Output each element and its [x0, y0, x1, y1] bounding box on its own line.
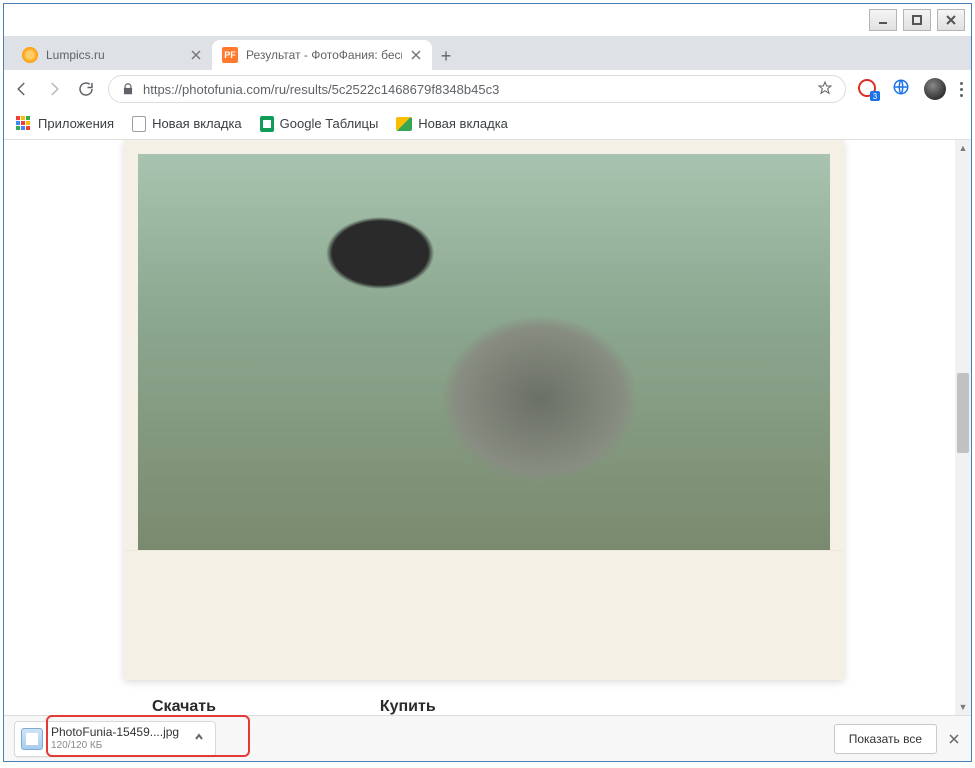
- result-photo: [124, 140, 844, 550]
- window-maximize-button[interactable]: [903, 9, 931, 31]
- browser-window: Lumpics.ru PF Результат - ФотоФания: бес…: [3, 3, 972, 762]
- bookmark-star-icon[interactable]: [817, 80, 833, 99]
- downloads-bar: PhotoFunia-15459....jpg 120/120 КБ Показ…: [4, 715, 971, 761]
- result-polaroid: [124, 140, 844, 680]
- buy-column: Купить Открытку: [380, 698, 441, 715]
- toolbar-right-icons: 3: [858, 78, 963, 101]
- close-downloads-bar-button[interactable]: [947, 732, 961, 746]
- tabs-bar: Lumpics.ru PF Результат - ФотоФания: бес…: [4, 36, 971, 70]
- tab-photofunia[interactable]: PF Результат - ФотоФания: бесплат: [212, 40, 432, 70]
- extension-icon[interactable]: 3: [858, 79, 878, 99]
- profile-avatar[interactable]: [924, 78, 946, 100]
- bookmark-label: Новая вкладка: [418, 116, 508, 131]
- download-column: Скачать Средний размер: [152, 698, 260, 715]
- address-bar[interactable]: https://photofunia.com/ru/results/5c2522…: [108, 75, 846, 103]
- apps-grid-icon: [16, 116, 32, 132]
- back-button[interactable]: [12, 79, 32, 99]
- bookmark-label: Новая вкладка: [152, 116, 242, 131]
- bookmark-label: Приложения: [38, 116, 114, 131]
- bookmark-google-sheets[interactable]: Google Таблицы: [260, 116, 379, 132]
- tab-title: Результат - ФотоФания: бесплат: [246, 48, 402, 62]
- translate-icon[interactable]: [892, 78, 910, 101]
- toolbar: https://photofunia.com/ru/results/5c2522…: [4, 70, 971, 108]
- photofunia-favicon: PF: [222, 47, 238, 63]
- download-text: PhotoFunia-15459....jpg 120/120 КБ: [51, 726, 179, 751]
- chrome-menu-button[interactable]: [960, 82, 963, 97]
- page-icon: [132, 116, 146, 132]
- scroll-down-arrow[interactable]: ▼: [955, 699, 971, 715]
- download-item[interactable]: PhotoFunia-15459....jpg 120/120 КБ: [14, 721, 216, 757]
- sheets-icon: [260, 116, 274, 132]
- window-title-bar: [4, 4, 971, 36]
- close-tab-icon[interactable]: [410, 49, 422, 61]
- extension-badge: 3: [870, 91, 880, 101]
- bookmark-newtab-1[interactable]: Новая вкладка: [132, 116, 242, 132]
- vertical-scrollbar[interactable]: ▲ ▼: [955, 140, 971, 715]
- scroll-thumb[interactable]: [957, 373, 969, 453]
- close-tab-icon[interactable]: [190, 49, 202, 61]
- bookmark-label: Google Таблицы: [280, 116, 379, 131]
- window-minimize-button[interactable]: [869, 9, 897, 31]
- bookmarks-bar: Приложения Новая вкладка Google Таблицы …: [4, 108, 971, 140]
- tab-lumpics[interactable]: Lumpics.ru: [12, 40, 212, 70]
- reload-button[interactable]: [76, 79, 96, 99]
- lock-icon: [121, 82, 135, 96]
- lumpics-favicon: [22, 47, 38, 63]
- page-viewport: Скачать Средний размер Купить Открытку: [4, 140, 955, 715]
- scroll-track[interactable]: [955, 156, 971, 699]
- url-text: https://photofunia.com/ru/results/5c2522…: [143, 82, 809, 97]
- show-all-downloads-button[interactable]: Показать все: [834, 724, 937, 754]
- image-icon: [396, 117, 412, 131]
- page-content: Скачать Средний размер Купить Открытку ▲…: [4, 140, 971, 715]
- bookmark-newtab-2[interactable]: Новая вкладка: [396, 116, 508, 131]
- polaroid-frame-bottom: [124, 550, 844, 680]
- result-actions: Скачать Средний размер Купить Открытку: [124, 680, 955, 715]
- download-filename: PhotoFunia-15459....jpg: [51, 726, 179, 740]
- download-menu-chevron-icon[interactable]: [193, 730, 205, 748]
- download-size: 120/120 КБ: [51, 740, 179, 752]
- file-image-icon: [21, 728, 43, 750]
- buy-heading: Купить: [380, 698, 441, 715]
- window-close-button[interactable]: [937, 9, 965, 31]
- download-heading: Скачать: [152, 698, 260, 715]
- forward-button[interactable]: [44, 79, 64, 99]
- bookmark-apps[interactable]: Приложения: [16, 116, 114, 132]
- tab-title: Lumpics.ru: [46, 48, 182, 62]
- scroll-up-arrow[interactable]: ▲: [955, 140, 971, 156]
- new-tab-button[interactable]: +: [432, 42, 460, 70]
